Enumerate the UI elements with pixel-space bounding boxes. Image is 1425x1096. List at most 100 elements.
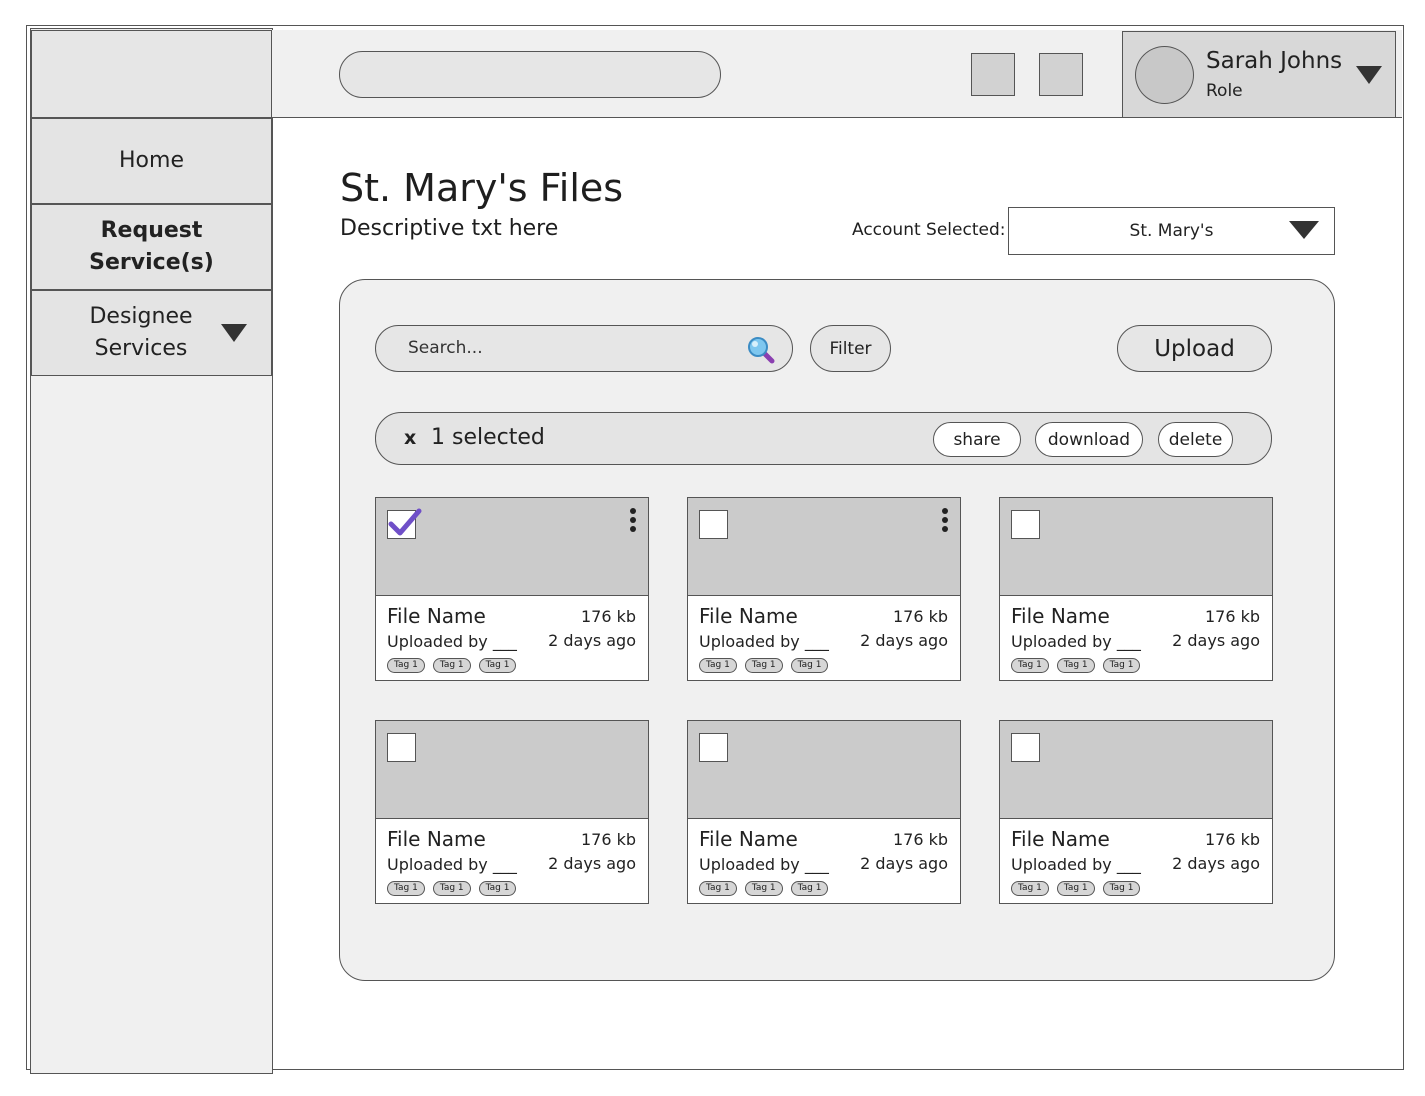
tag-badge[interactable]: Tag 1 [1102,881,1141,896]
file-checkbox[interactable] [699,733,728,762]
tag-badge[interactable]: Tag 1 [432,658,471,673]
file-thumbnail [1000,498,1272,596]
tag-badge[interactable]: Tag 1 [699,658,737,673]
sidebar-item-designee-services[interactable]: Designee Services [31,290,272,376]
checkmark-icon [388,508,422,536]
page-description: Descriptive txt here [340,216,559,241]
tag-badge[interactable]: Tag 1 [478,658,517,673]
file-card[interactable]: File Name 176 kb Uploaded by ___ 2 days ago… [999,497,1273,681]
sidebar-item-request-services[interactable]: Request Service(s) [31,204,272,290]
file-search-input[interactable]: Search... [375,325,793,372]
download-button[interactable]: download [1035,422,1143,457]
file-age: 2 days ago [548,631,636,650]
tag-badge[interactable]: Tag 1 [1102,658,1141,673]
file-checkbox[interactable] [699,510,728,539]
clear-selection-button[interactable]: x [404,427,416,449]
selection-count: 1 selected [431,425,545,450]
file-thumbnail [688,721,960,819]
tag-badge[interactable]: Tag 1 [744,658,783,673]
file-size: 176 kb [892,830,948,849]
global-search-input[interactable] [339,51,721,98]
file-size: 176 kb [892,607,948,626]
user-menu[interactable]: Sarah Johns Role [1122,31,1396,118]
file-uploaded-by: Uploaded by ___ [1011,855,1141,874]
file-name: File Name [699,827,798,851]
file-tags: Tag 1 Tag 1 Tag 1 [1011,881,1141,896]
tag-badge[interactable]: Tag 1 [790,658,829,673]
file-card[interactable]: File Name 176 kb Uploaded by ___ 2 days ago… [999,720,1273,904]
tag-badge[interactable]: Tag 1 [790,881,829,896]
selection-bar: x 1 selected share download delete [375,412,1272,465]
file-size: 176 kb [580,607,636,626]
sidebar-item-label: Home [119,148,184,173]
chevron-down-icon [1356,66,1382,84]
sidebar-item-label: Designee Services [89,304,193,361]
file-checkbox[interactable] [387,508,422,539]
more-options-icon[interactable] [938,508,952,536]
file-thumbnail [688,498,960,596]
file-checkbox[interactable] [1011,510,1040,539]
file-age: 2 days ago [860,631,948,650]
file-tags: Tag 1 Tag 1 Tag 1 [387,658,517,673]
tag-badge[interactable]: Tag 1 [478,881,517,896]
file-checkbox[interactable] [1011,733,1040,762]
file-age: 2 days ago [1172,631,1260,650]
tag-badge[interactable]: Tag 1 [1056,881,1095,896]
file-card[interactable]: File Name 176 kb Uploaded by ___ 2 days ago… [687,720,961,904]
page-title: St. Mary's Files [340,166,624,210]
tag-badge[interactable]: Tag 1 [1011,881,1049,896]
chevron-down-icon [1289,221,1319,239]
account-select[interactable]: St. Mary's [1008,207,1335,255]
file-name: File Name [1011,827,1110,851]
file-card[interactable]: File Name 176 kb Uploaded by ___ 2 days ago… [375,497,649,681]
more-options-icon[interactable] [626,508,640,536]
search-placeholder: Search... [408,338,483,358]
sidebar-item-home[interactable]: Home [31,118,272,204]
file-tags: Tag 1 Tag 1 Tag 1 [387,881,517,896]
file-age: 2 days ago [860,854,948,873]
file-uploaded-by: Uploaded by ___ [387,855,517,874]
user-role: Role [1206,81,1243,101]
tag-badge[interactable]: Tag 1 [387,881,425,896]
file-size: 176 kb [1204,607,1260,626]
file-name: File Name [1011,604,1110,628]
file-size: 176 kb [1204,830,1260,849]
file-name: File Name [387,827,486,851]
file-tags: Tag 1 Tag 1 Tag 1 [1011,658,1141,673]
account-select-value: St. Mary's [1129,221,1214,241]
file-tags: Tag 1 Tag 1 Tag 1 [699,658,829,673]
settings-icon[interactable] [1039,53,1083,96]
file-checkbox[interactable] [387,733,416,762]
chevron-down-icon [221,324,247,342]
file-uploaded-by: Uploaded by ___ [387,632,517,651]
file-tags: Tag 1 Tag 1 Tag 1 [699,881,829,896]
delete-button[interactable]: delete [1158,422,1233,457]
tag-badge[interactable]: Tag 1 [432,881,471,896]
upload-button[interactable]: Upload [1117,325,1272,372]
file-name: File Name [699,604,798,628]
file-name: File Name [387,604,486,628]
file-uploaded-by: Uploaded by ___ [1011,632,1141,651]
file-card[interactable]: File Name 176 kb Uploaded by ___ 2 days ago… [687,497,961,681]
tag-badge[interactable]: Tag 1 [744,881,783,896]
tag-badge[interactable]: Tag 1 [1056,658,1095,673]
search-icon[interactable] [746,335,776,365]
sidebar-item-label: Request Service(s) [89,218,214,275]
file-thumbnail [1000,721,1272,819]
user-name: Sarah Johns [1206,48,1343,74]
avatar [1135,46,1194,104]
share-button[interactable]: share [933,422,1021,457]
file-uploaded-by: Uploaded by ___ [699,632,829,651]
sidebar-logo [31,30,272,118]
notification-icon[interactable] [971,53,1015,96]
tag-badge[interactable]: Tag 1 [1011,658,1049,673]
file-uploaded-by: Uploaded by ___ [699,855,829,874]
filter-button[interactable]: Filter [810,325,891,372]
tag-badge[interactable]: Tag 1 [387,658,425,673]
account-selected-label: Account Selected: [852,220,1006,240]
file-thumbnail [376,721,648,819]
file-age: 2 days ago [548,854,636,873]
file-card[interactable]: File Name 176 kb Uploaded by ___ 2 days ago… [375,720,649,904]
file-age: 2 days ago [1172,854,1260,873]
tag-badge[interactable]: Tag 1 [699,881,737,896]
